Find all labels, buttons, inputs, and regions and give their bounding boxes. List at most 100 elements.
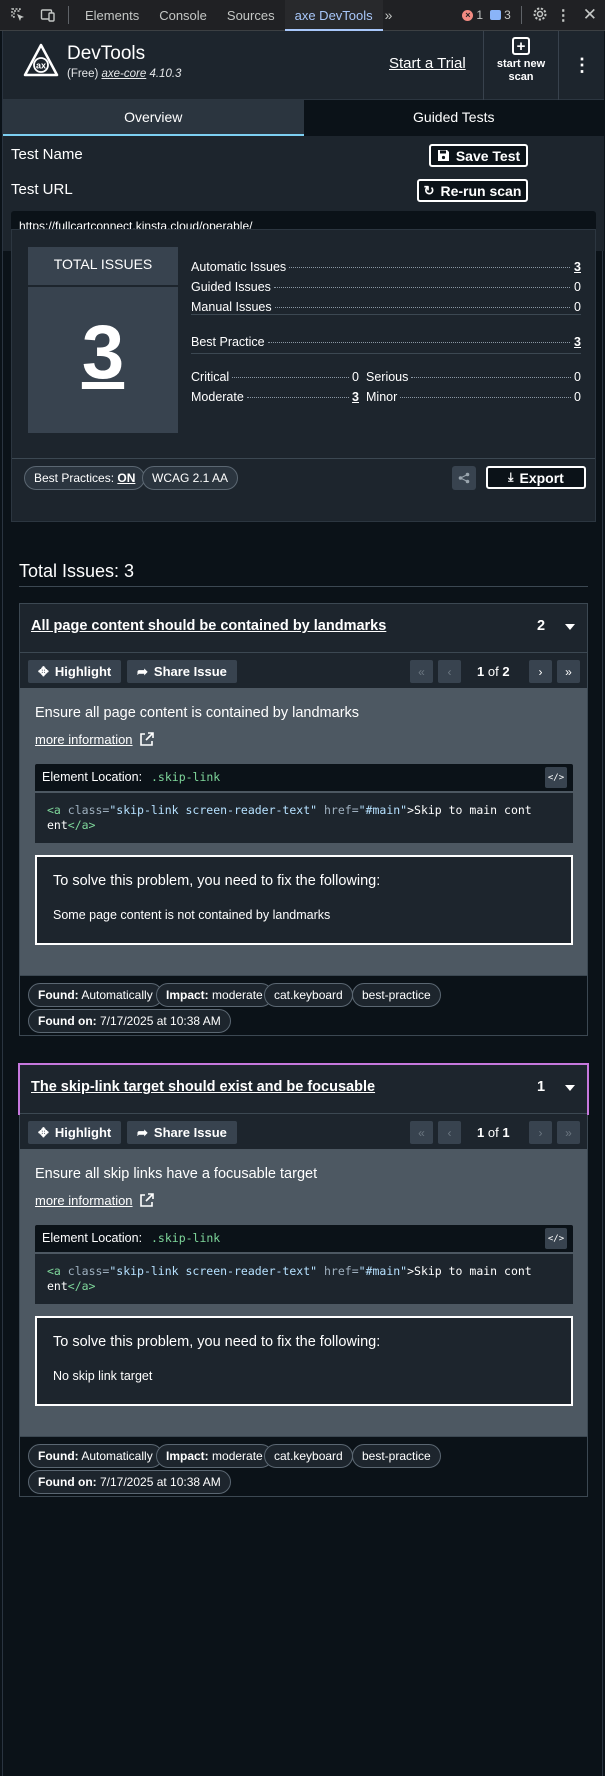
element-source-code: <a class="skip-link screen-reader-text" …	[35, 1254, 573, 1304]
fix-heading: To solve this problem, you need to fix t…	[53, 1334, 381, 1350]
issue-title[interactable]: All page content should be contained by …	[31, 618, 386, 634]
element-location-bar: Element Location: .skip-link </>	[35, 764, 573, 791]
start-new-scan-button[interactable]: + start new scan	[483, 31, 559, 100]
stat-label: Best Practice	[191, 335, 265, 349]
share-icon[interactable]	[452, 466, 476, 490]
share-issue-label: Share Issue	[153, 664, 227, 679]
element-location-selector[interactable]: .skip-link	[151, 770, 220, 784]
badge-value: 7/17/2025 at 10:38 AM	[99, 1475, 221, 1489]
axe-devtools-panel: ax DevTools (Free) axe-core 4.10.3 Start…	[2, 31, 604, 1776]
code-token: >Skip to main cont	[407, 803, 532, 817]
error-count-badge[interactable]: × 1 3	[462, 8, 511, 22]
more-tabs-icon[interactable]: »	[385, 7, 393, 23]
share-issue-button[interactable]: ➦ Share Issue	[127, 660, 237, 683]
code-view-icon[interactable]: </>	[545, 1228, 567, 1249]
more-info-label: more information	[35, 731, 133, 747]
element-source-code: <a class="skip-link screen-reader-text" …	[35, 793, 573, 843]
pagination-status: 1 of 2	[477, 664, 510, 679]
found-badge: Found: Automatically	[28, 1444, 163, 1468]
next-page-button[interactable]: ›	[529, 660, 552, 683]
stat-value[interactable]: 3	[352, 390, 359, 404]
device-toolbar-icon[interactable]	[36, 3, 60, 27]
code-token: </a>	[67, 818, 96, 832]
highlight-label: Highlight	[54, 1125, 112, 1140]
save-test-button[interactable]: Save Test	[429, 144, 528, 167]
close-icon[interactable]: ✕	[583, 5, 597, 25]
badge-label: Found on:	[38, 1475, 97, 1489]
fix-instructions: To solve this problem, you need to fix t…	[35, 855, 573, 945]
page-current: 1	[477, 1125, 485, 1140]
next-page-button[interactable]: ›	[529, 1121, 552, 1144]
found-on-badge: Found on: 7/17/2025 at 10:38 AM	[28, 1470, 231, 1494]
element-location-label: Element Location:	[42, 770, 143, 784]
code-token: >Skip to main cont	[407, 1264, 532, 1278]
crosshair-icon: ✥	[38, 663, 49, 679]
chevron-down-icon[interactable]	[565, 624, 575, 630]
more-information-link[interactable]: more information	[35, 731, 155, 747]
prev-page-button[interactable]: ‹	[438, 1121, 461, 1144]
tab-overview[interactable]: Overview	[3, 100, 304, 136]
highlight-button[interactable]: ✥ Highlight	[28, 1121, 122, 1144]
inspect-element-icon[interactable]	[6, 3, 30, 27]
issue-count: 2	[537, 618, 546, 634]
version-label: 4.10.3	[149, 68, 182, 80]
highlight-button[interactable]: ✥ Highlight	[28, 660, 122, 683]
total-issues-box: TOTAL ISSUES 3	[28, 247, 178, 433]
start-trial-link[interactable]: Start a Trial	[389, 55, 466, 72]
page-total: 2	[502, 664, 510, 679]
stat-moderate: Moderate 3	[191, 390, 359, 406]
page-total: 1	[502, 1125, 510, 1140]
divider	[520, 6, 522, 24]
code-token: href=	[324, 1264, 359, 1278]
tab-console[interactable]: Console	[149, 0, 217, 31]
issue-title[interactable]: The skip-link target should exist and be…	[31, 1079, 375, 1095]
devtools-tabbar: Elements Console Sources axe DevTools » …	[0, 0, 605, 31]
issue-tags: Found: Automatically Impact: moderate ca…	[20, 975, 587, 1035]
pagination-status: 1 of 1	[477, 1125, 510, 1140]
last-page-button[interactable]: »	[557, 660, 580, 683]
tab-guided-tests[interactable]: Guided Tests	[303, 100, 604, 136]
kebab-menu-icon[interactable]: ⋮	[556, 6, 571, 24]
first-page-button[interactable]: «	[410, 1121, 433, 1144]
best-practices-toggle[interactable]: Best Practices: ON	[24, 466, 146, 490]
issue-header[interactable]: All page content should be contained by …	[20, 604, 587, 652]
first-page-button[interactable]: «	[410, 660, 433, 683]
badge-value: moderate	[212, 1449, 263, 1463]
badge-value: 7/17/2025 at 10:38 AM	[99, 1014, 221, 1028]
axe-core-link[interactable]: axe-core	[102, 68, 147, 80]
share-issue-button[interactable]: ➦ Share Issue	[127, 1121, 237, 1144]
code-token: "skip-link screen-reader-text"	[109, 803, 318, 817]
last-page-button[interactable]: »	[557, 1121, 580, 1144]
badge-label: Found on:	[38, 1014, 97, 1028]
axe-logo-icon: ax	[23, 43, 59, 77]
stat-value[interactable]: 3	[573, 335, 581, 349]
total-issues-count[interactable]: 3	[28, 309, 178, 396]
stat-serious: Serious 0	[366, 370, 581, 386]
toggle-value: ON	[117, 471, 136, 485]
gear-icon[interactable]	[532, 6, 548, 25]
code-view-icon[interactable]: </>	[545, 767, 567, 788]
fix-detail: No skip link target	[53, 1369, 153, 1383]
chevron-down-icon[interactable]	[565, 1085, 575, 1091]
tab-elements[interactable]: Elements	[75, 0, 149, 31]
app-title: DevTools	[67, 43, 146, 64]
divider	[19, 586, 588, 587]
rerun-scan-button[interactable]: ↻ Re-run scan	[417, 179, 528, 202]
element-location-selector[interactable]: .skip-link	[151, 1231, 220, 1245]
app-menu-icon[interactable]: ⋮	[573, 55, 591, 76]
issue-count: 1	[537, 1079, 546, 1095]
issue-description: Ensure all skip links have a focusable t…	[35, 1166, 318, 1182]
prev-page-button[interactable]: ‹	[438, 660, 461, 683]
stat-value: 0	[574, 300, 581, 314]
export-button[interactable]: ⤓ Export	[486, 466, 586, 489]
plan-label: (Free)	[67, 68, 99, 80]
tab-axe-devtools[interactable]: axe DevTools	[284, 0, 383, 31]
page-of: of	[487, 1125, 499, 1140]
stat-value[interactable]: 3	[573, 260, 581, 274]
wcag-standard-badge[interactable]: WCAG 2.1 AA	[142, 466, 239, 490]
code-token: <a	[47, 1264, 61, 1278]
issue-header[interactable]: The skip-link target should exist and be…	[18, 1063, 589, 1115]
more-information-link[interactable]: more information	[35, 1192, 155, 1208]
tab-sources[interactable]: Sources	[217, 0, 285, 31]
divider	[12, 458, 595, 459]
